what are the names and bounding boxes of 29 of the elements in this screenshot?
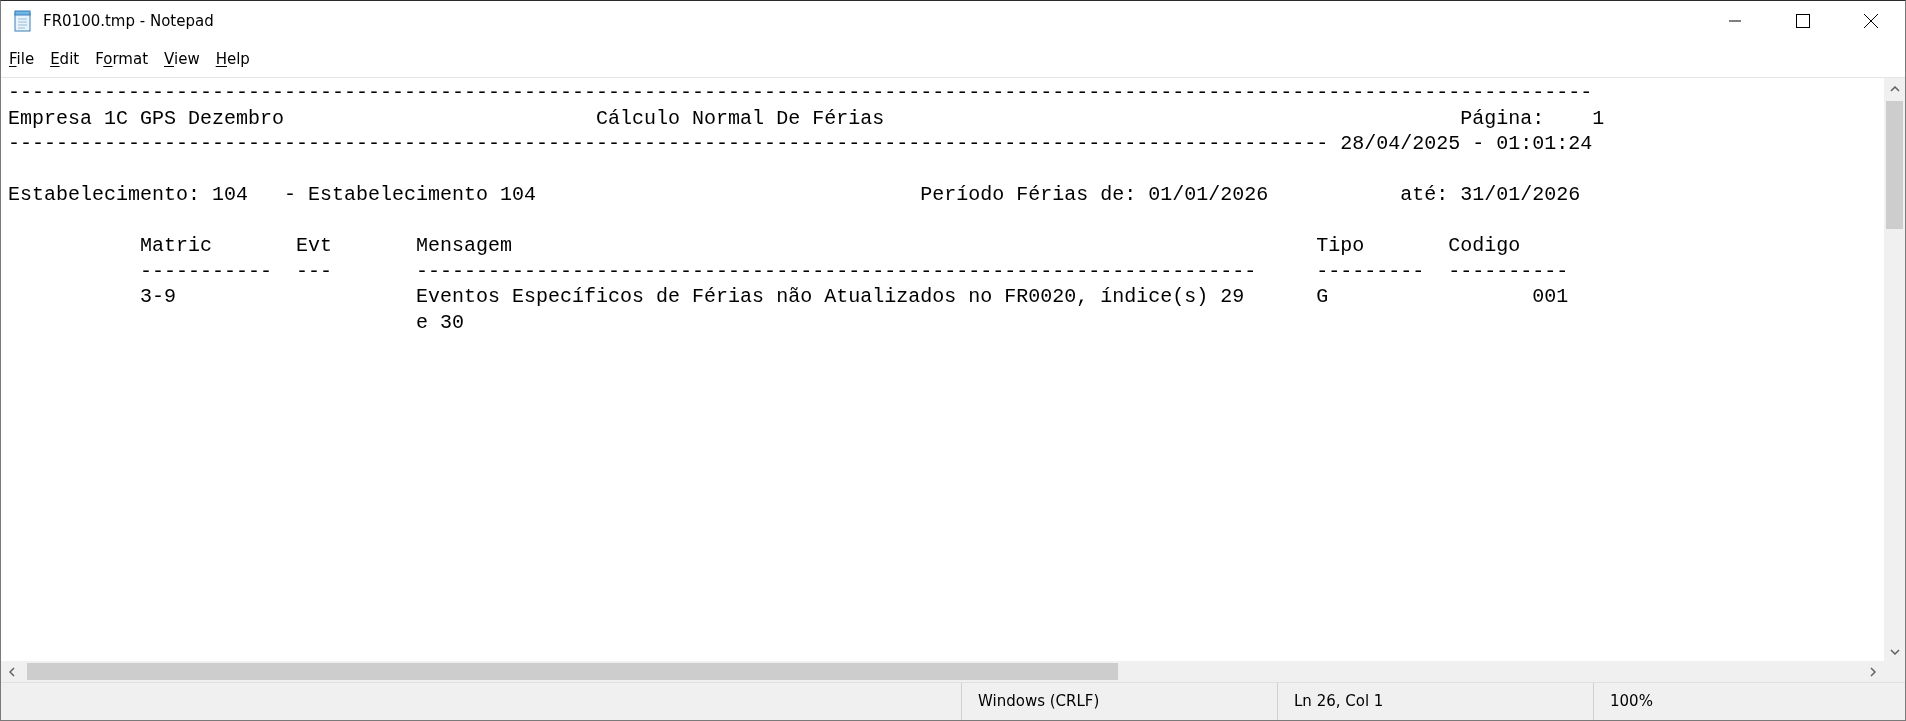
status-text: 100%	[1610, 691, 1653, 713]
text-line: Estabelecimento: 104 - Estabelecimento 104 Período Férias de: 01/01/2026 até: 31/01/2026	[8, 182, 1581, 208]
close-icon	[1864, 14, 1878, 28]
scrollbar-thumb[interactable]	[27, 663, 1118, 680]
text-line: Matric Evt Mensagem Tipo Codigo	[139, 233, 1521, 259]
text-line: Empresa 1C GPS Dezembro Cálculo Normal De Férias Página: 1	[8, 105, 1605, 131]
scroll-down-icon	[1889, 649, 1900, 655]
status-text: Ln 26, Col 1	[1294, 691, 1384, 713]
menu-item[interactable]: File	[3, 45, 41, 73]
menu-item[interactable]: Format	[89, 45, 155, 73]
window-title: FR0100.tmp - Notepad	[43, 10, 214, 32]
scroll-up-icon	[1889, 86, 1900, 92]
scrollbar-thumb[interactable]	[1886, 101, 1903, 229]
maximize-icon	[1796, 14, 1810, 28]
minimize-icon	[1729, 20, 1741, 22]
text-line: e 30	[415, 309, 465, 335]
text-line: ----------- --- ---------------------------------------------------------------------- --------- ----------	[139, 258, 1569, 284]
scroll-left-icon	[9, 666, 15, 677]
menu-item[interactable]: View	[158, 45, 206, 73]
menu-item[interactable]: Edit	[44, 45, 86, 73]
vertical-scrollbar[interactable]	[1884, 78, 1905, 661]
status-text: Windows (CRLF)	[978, 691, 1100, 713]
text-line: 3-9 Eventos Específicos de Férias não Atualizados no FR0020, índice(s) 29 G 001	[139, 284, 1569, 310]
scroll-right-icon	[1870, 666, 1876, 677]
notepad-icon	[13, 10, 33, 32]
text-line: -------------------------------------------------------------------------------------------------------------- 28/04/2025 - 01:01:24	[8, 131, 1593, 157]
horizontal-scrollbar[interactable]	[1, 661, 1884, 682]
menu-item[interactable]: Help	[209, 45, 256, 73]
text-line: ------------------------------------------------------------------------------------------------------------------------------------	[8, 80, 1593, 106]
